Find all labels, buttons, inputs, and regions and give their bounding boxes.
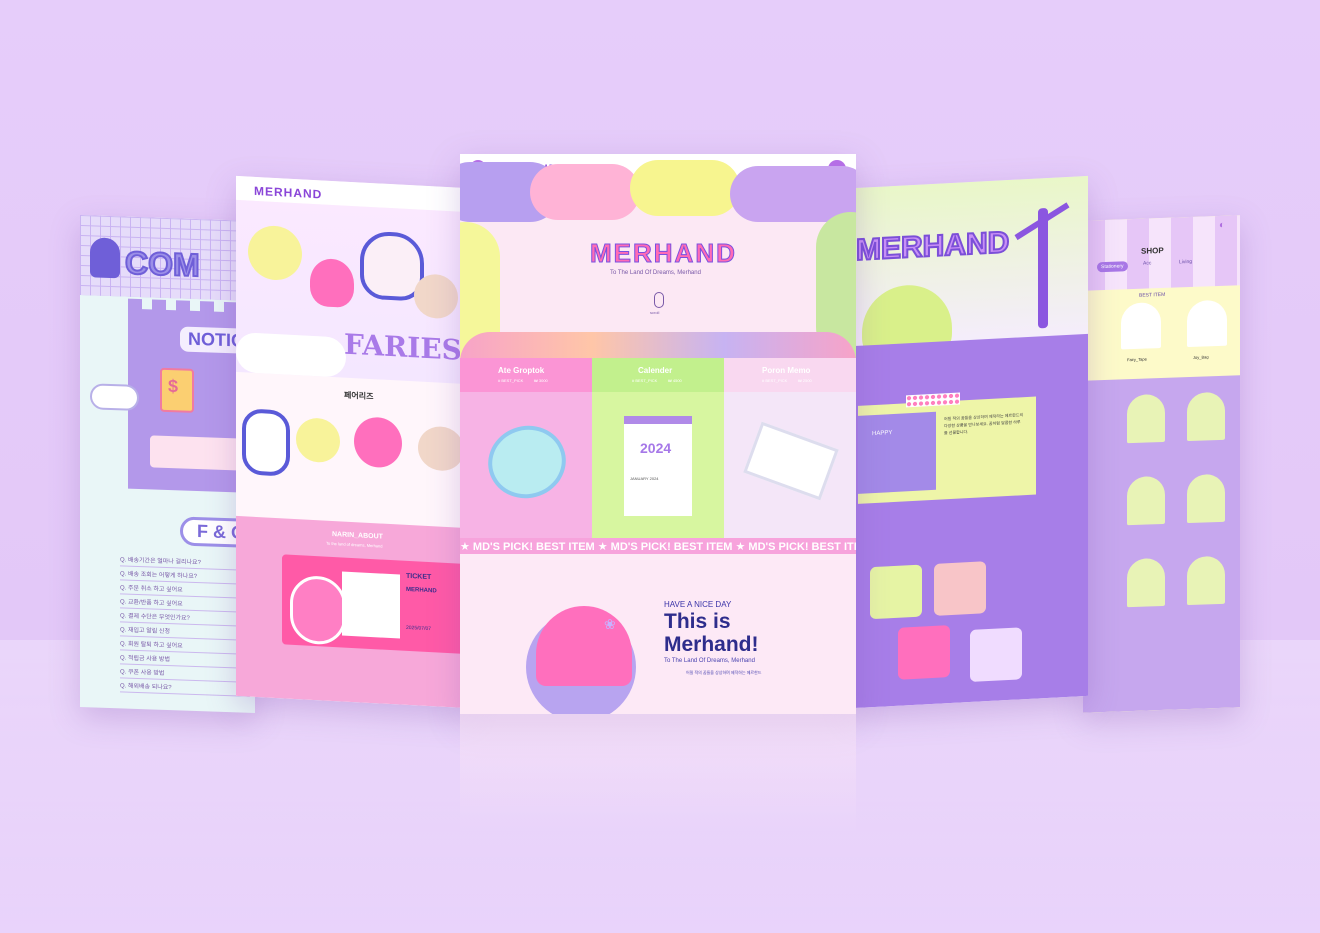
butterfly-icon: ❀	[604, 616, 616, 632]
ticket-photo	[290, 574, 346, 646]
girl-head	[354, 416, 402, 469]
scroll-icon[interactable]	[654, 292, 664, 308]
marquee-bar: ★ MD'S PICK! BEST ITEM ★ MD'S PICK! BEST…	[460, 538, 856, 554]
memo-text: 어릴 적의 꿈들을 상상하며 제작하는 메르한드의 다양한 상품을 만나보세요.…	[944, 412, 1024, 436]
marquee-text: ★ MD'S PICK! BEST ITEM ★ MD'S PICK! BEST…	[460, 541, 856, 553]
page-community: COM NOTIC $ F & Q Q. 배송기간은 얼마나 걸리나요? Q. …	[80, 214, 255, 714]
cloud-top	[530, 164, 640, 220]
product-pick: # BEST_PICK	[632, 378, 658, 383]
calendar-month: JANUARY 2024	[630, 476, 659, 481]
puppy-head	[418, 425, 464, 472]
headline-line2: Merhand!	[664, 633, 759, 656]
user-icon[interactable]: ◐	[1219, 220, 1225, 231]
best-card[interactable]	[1187, 299, 1227, 348]
cloud-icon	[90, 383, 139, 412]
hero-tagline: To The Land Of Dreams, Merhand	[610, 270, 701, 276]
sticker-tile[interactable]	[934, 561, 986, 616]
section-label: 페어리즈	[344, 390, 374, 402]
calendar-image	[624, 416, 692, 516]
bottom-section	[460, 554, 856, 714]
ticket-info	[342, 571, 400, 639]
product-header-2	[592, 358, 724, 392]
sticker-tile[interactable]	[870, 564, 922, 620]
product-pick: # BEST_PICK	[498, 378, 524, 383]
product-card[interactable]	[1127, 393, 1165, 444]
product-pick: # BEST_PICK	[762, 378, 788, 383]
headline-sub: To The Land Of Dreams, Merhand	[664, 658, 755, 664]
page-merhand-story: MERHAND HAPPY 어릴 적의 꿈들을 상상하며 제작하는 메르한드의 …	[852, 175, 1088, 709]
hero-title: MERHAND	[590, 238, 737, 269]
have-a-nice-day: HAVE A NICE DAY	[664, 600, 732, 609]
product-name: Ate Groptok	[498, 366, 545, 375]
product-card[interactable]	[1127, 475, 1165, 526]
product-card[interactable]	[1127, 557, 1165, 608]
page-fairies: MERHAND FARIES 페어리즈 NARIN_ABOUT To the l…	[236, 175, 468, 709]
product-name: Calender	[638, 366, 673, 375]
product-name: Poron Memo	[762, 366, 811, 375]
sticker-tile[interactable]	[898, 625, 950, 680]
product-price: ₩ 3000	[534, 378, 548, 383]
ticket-label: TICKET	[406, 572, 432, 582]
cloud-top	[630, 160, 740, 216]
bunny-icon	[90, 237, 120, 279]
cloud-platform	[236, 331, 346, 378]
product-card[interactable]	[1187, 473, 1225, 524]
best-card[interactable]	[1121, 302, 1161, 350]
tab-living[interactable]: Living	[1179, 259, 1192, 265]
best-label: BEST ITEM	[1139, 291, 1166, 299]
page-home: MERHAND MERHAND To The Land Of Dreams, M…	[460, 154, 856, 714]
bunny-head	[242, 408, 290, 477]
faq-list: Q. 배송기간은 얼마나 걸리나요? Q. 배송 조회는 어떻게 하나요? Q.…	[120, 552, 250, 697]
product-header-1	[460, 358, 592, 392]
headline-line1: This is	[664, 610, 731, 633]
ticket-date: 2025/07/07	[406, 624, 432, 633]
product-card[interactable]	[1187, 391, 1225, 442]
hero: MERHAND To The Land Of Dreams, Merhand s…	[460, 160, 856, 372]
item-label: Joy_Bag	[1193, 354, 1209, 360]
community-title: COM	[124, 244, 201, 285]
sticker-tile[interactable]	[970, 627, 1022, 682]
calendar-year: 2024	[640, 440, 672, 456]
center-reflection	[460, 714, 856, 834]
shop-label: SHOP	[1141, 245, 1164, 256]
body-text: 어릴 적의 꿈들을 상상하며 제작하는 메르한드	[686, 670, 762, 675]
product-price: ₩ 4500	[668, 378, 682, 383]
memo-photo	[858, 411, 936, 494]
item-label: Fairy_Tape	[1127, 356, 1147, 363]
scroll-label: scroll	[650, 310, 660, 315]
sticker-text: HAPPY	[872, 430, 893, 438]
store-card[interactable]	[150, 435, 240, 471]
product-price: ₩ 2500	[798, 378, 812, 383]
fairies-title: FARIES	[344, 327, 462, 367]
tab-acc[interactable]: Acc	[1143, 260, 1151, 266]
product-card[interactable]	[1187, 555, 1225, 606]
product-header-3	[724, 358, 856, 392]
bear-head	[296, 417, 340, 464]
dollar-icon: $	[168, 376, 179, 397]
tab-stationery[interactable]: Stationery	[1097, 261, 1128, 273]
page-shop: SHOP ◐ Stationery Acc Living BEST ITEM F…	[1083, 215, 1240, 713]
